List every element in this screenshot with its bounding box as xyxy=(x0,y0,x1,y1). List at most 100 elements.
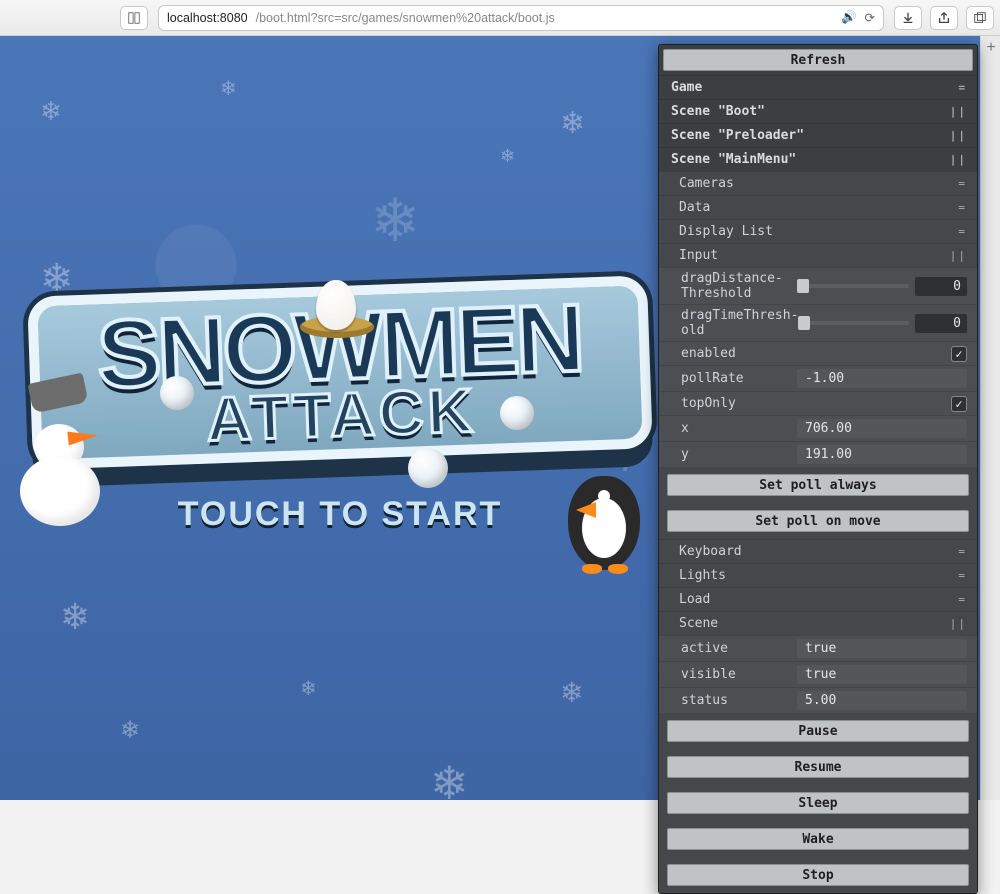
snowflake-icon: ❄ xyxy=(40,96,62,127)
share-button[interactable] xyxy=(930,6,958,30)
prop-label: topOnly xyxy=(681,396,797,411)
section-label: Scene "Boot" xyxy=(671,104,765,119)
url-bar[interactable]: localhost:8080 /boot.html?src=src/games/… xyxy=(158,5,884,31)
drag-handle-icon[interactable]: = xyxy=(958,593,967,606)
url-host: localhost:8080 xyxy=(167,11,248,25)
new-tab-button[interactable]: + xyxy=(981,36,1000,60)
downloads-button[interactable] xyxy=(894,6,922,30)
prop-value[interactable]: 0 xyxy=(915,277,967,296)
folder-label: Keyboard xyxy=(679,544,742,559)
snowflake-icon: ❄ xyxy=(370,186,420,256)
snowman-sprite xyxy=(6,386,116,526)
section-label: Scene "MainMenu" xyxy=(671,152,796,167)
checkbox[interactable] xyxy=(951,396,967,412)
browser-toolbar: localhost:8080 /boot.html?src=src/games/… xyxy=(0,0,1000,36)
slider-track[interactable] xyxy=(798,321,909,325)
pause-button[interactable]: Pause xyxy=(667,720,969,742)
drag-handle-icon[interactable]: = xyxy=(958,81,967,94)
audio-icon[interactable]: 🔊 xyxy=(841,10,857,25)
section-scene-boot[interactable]: Scene "Boot" || xyxy=(659,99,977,123)
prop-drag-time-threshold: dragTimeThresh-old 0 xyxy=(659,304,977,341)
snowball-sprite xyxy=(408,448,448,488)
drag-handle-icon[interactable]: || xyxy=(950,617,967,630)
drag-handle-icon[interactable]: = xyxy=(958,225,967,238)
drag-handle-icon[interactable]: = xyxy=(958,569,967,582)
slider-thumb[interactable] xyxy=(798,316,810,330)
reader-icon xyxy=(127,11,141,25)
drag-handle-icon[interactable]: || xyxy=(950,105,967,118)
drag-handle-icon[interactable]: || xyxy=(950,153,967,166)
folder-label: Display List xyxy=(679,224,773,239)
folder-scene[interactable]: Scene || xyxy=(659,611,977,635)
checkbox[interactable] xyxy=(951,346,967,362)
reload-icon[interactable]: ⟳ xyxy=(865,10,875,25)
folder-label: Cameras xyxy=(679,176,734,191)
refresh-button[interactable]: Refresh xyxy=(663,49,973,71)
section-scene-preloader[interactable]: Scene "Preloader" || xyxy=(659,123,977,147)
tab-overview-button[interactable] xyxy=(966,6,994,30)
section-label: Game xyxy=(671,80,702,95)
prop-y: y 191.00 xyxy=(659,441,977,467)
snowflake-icon: ❄ xyxy=(60,596,90,638)
prop-label: y xyxy=(681,447,797,462)
prop-x: x 706.00 xyxy=(659,415,977,441)
folder-data[interactable]: Data = xyxy=(659,195,977,219)
download-icon xyxy=(901,11,915,25)
prop-pollrate: pollRate -1.00 xyxy=(659,365,977,391)
snowflake-icon: ❄ xyxy=(120,716,140,745)
prop-label: active xyxy=(681,641,797,656)
set-poll-on-move-button[interactable]: Set poll on move xyxy=(667,510,969,532)
prop-toponly: topOnly xyxy=(659,391,977,415)
prop-label: dragDistance-Threshold xyxy=(681,271,797,301)
section-label: Scene "Preloader" xyxy=(671,128,804,143)
folder-label: Load xyxy=(679,592,710,607)
folder-label: Lights xyxy=(679,568,726,583)
folder-load[interactable]: Load = xyxy=(659,587,977,611)
slider-thumb[interactable] xyxy=(797,279,809,293)
sleep-button[interactable]: Sleep xyxy=(667,792,969,814)
resume-button[interactable]: Resume xyxy=(667,756,969,778)
prop-drag-distance-threshold: dragDistance-Threshold 0 xyxy=(659,267,977,304)
prop-status: status 5.00 xyxy=(659,687,977,713)
wake-button[interactable]: Wake xyxy=(667,828,969,850)
prop-value[interactable]: 191.00 xyxy=(797,445,967,464)
drag-handle-icon[interactable]: || xyxy=(950,129,967,142)
prop-label: x xyxy=(681,421,797,436)
folder-keyboard[interactable]: Keyboard = xyxy=(659,539,977,563)
snowflake-icon: ❄ xyxy=(560,676,583,709)
prop-active: active true xyxy=(659,635,977,661)
prop-label: pollRate xyxy=(681,371,797,386)
prop-value: true xyxy=(797,639,967,658)
snowflake-icon: ❄ xyxy=(300,676,317,701)
folder-lights[interactable]: Lights = xyxy=(659,563,977,587)
stop-button[interactable]: Stop xyxy=(667,864,969,886)
debug-panel[interactable]: Refresh Game = Scene "Boot" || Scene "Pr… xyxy=(658,44,978,894)
prop-visible: visible true xyxy=(659,661,977,687)
touch-to-start[interactable]: TOUCH TO START xyxy=(30,495,650,534)
folder-label: Scene xyxy=(679,616,718,631)
drag-handle-icon[interactable]: = xyxy=(958,177,967,190)
snowball-sprite xyxy=(500,396,534,430)
folder-input[interactable]: Input || xyxy=(659,243,977,267)
slider-track[interactable] xyxy=(797,284,909,288)
reader-mode-button[interactable] xyxy=(120,6,148,30)
penguin-sprite xyxy=(568,476,640,570)
prop-label: enabled xyxy=(681,346,797,361)
prop-label: visible xyxy=(681,667,797,682)
prop-label: status xyxy=(681,693,797,708)
prop-value[interactable]: -1.00 xyxy=(797,369,967,388)
share-icon xyxy=(937,11,951,25)
prop-value[interactable]: 0 xyxy=(915,314,967,333)
drag-handle-icon[interactable]: = xyxy=(958,201,967,214)
snowflake-icon: ❄ xyxy=(500,146,515,167)
section-game[interactable]: Game = xyxy=(659,75,977,99)
folder-cameras[interactable]: Cameras = xyxy=(659,171,977,195)
drag-handle-icon[interactable]: || xyxy=(950,249,967,262)
section-scene-mainmenu[interactable]: Scene "MainMenu" || xyxy=(659,147,977,171)
snowflake-icon: ❄ xyxy=(560,106,585,141)
prop-value: 5.00 xyxy=(797,691,967,710)
set-poll-always-button[interactable]: Set poll always xyxy=(667,474,969,496)
drag-handle-icon[interactable]: = xyxy=(958,545,967,558)
folder-display-list[interactable]: Display List = xyxy=(659,219,977,243)
prop-value[interactable]: 706.00 xyxy=(797,419,967,438)
